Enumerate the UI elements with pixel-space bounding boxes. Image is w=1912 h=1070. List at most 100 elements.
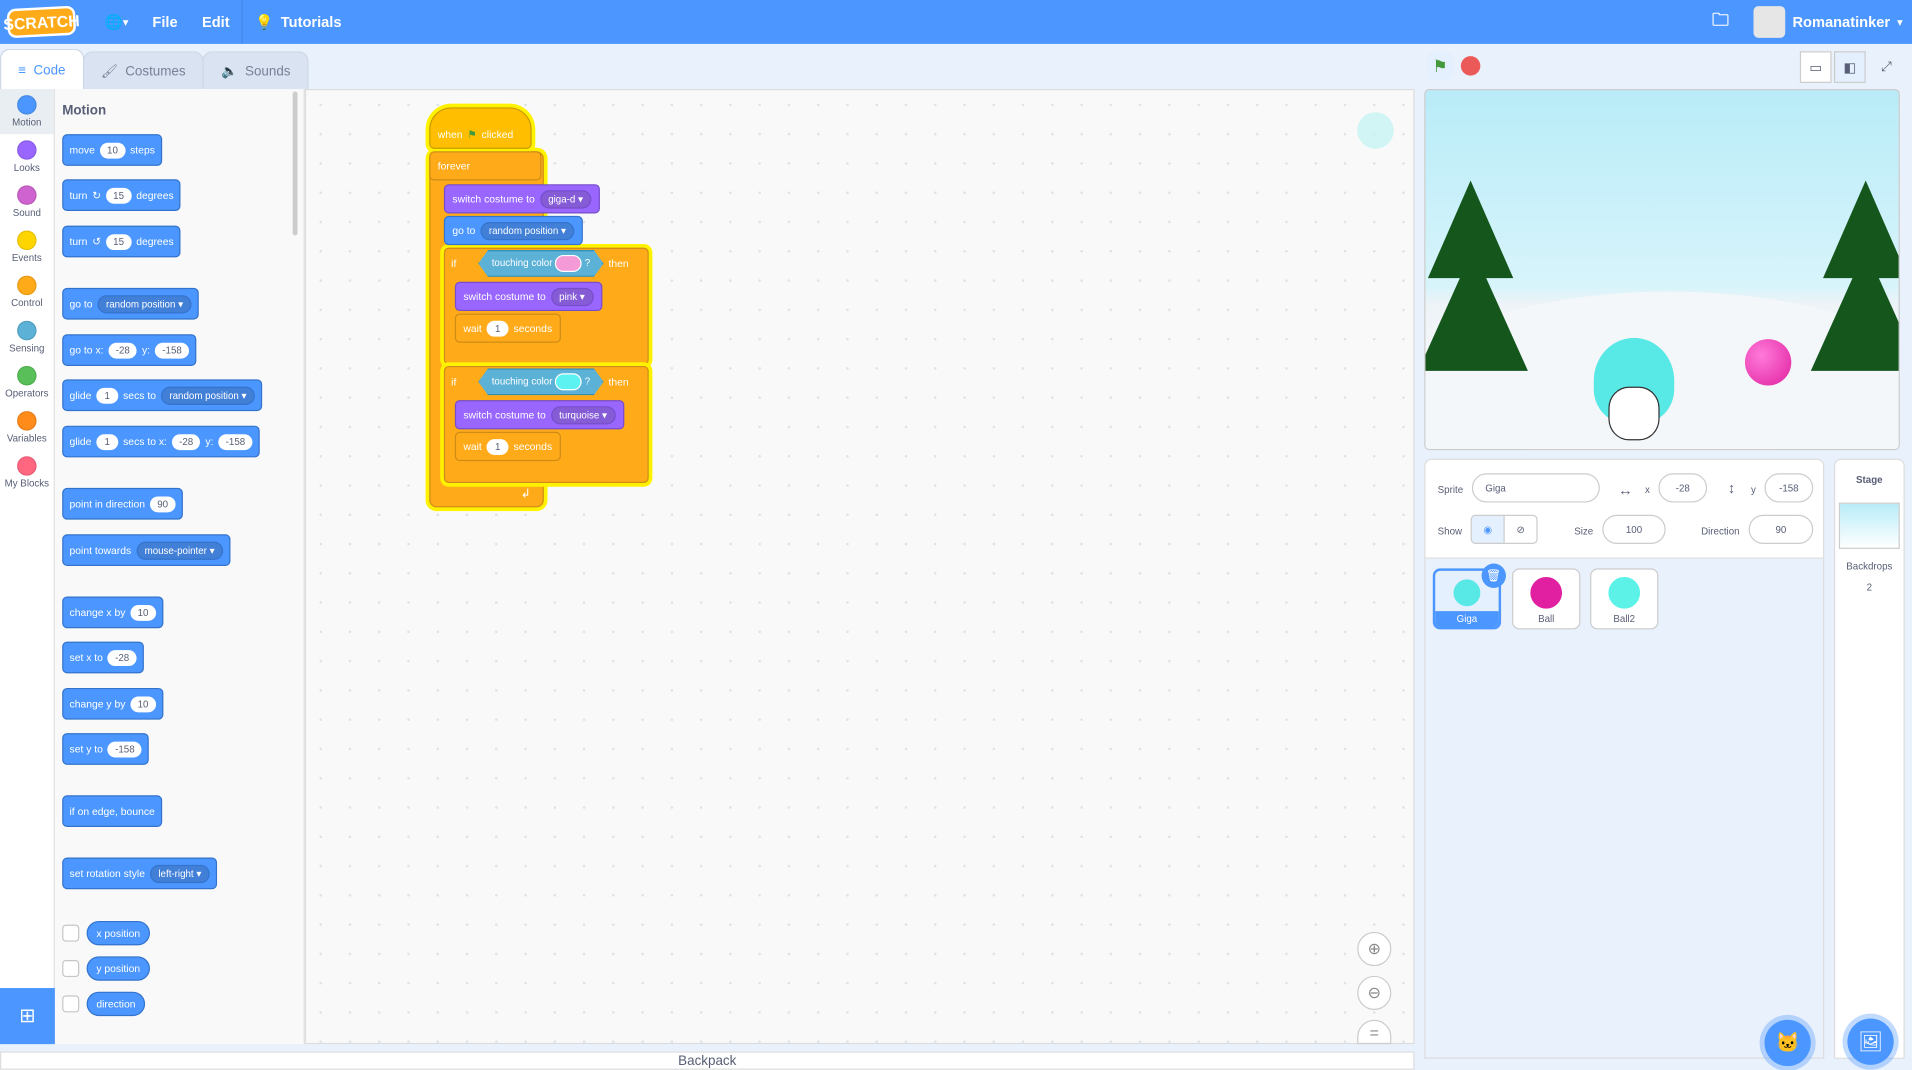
hide-button[interactable]: ⊘ <box>1503 514 1538 545</box>
go-to-block[interactable]: go to random position <box>62 287 199 320</box>
block-dropdown[interactable]: pink <box>550 287 594 306</box>
block-dropdown[interactable]: giga-d <box>539 189 592 208</box>
block-input[interactable]: 1 <box>96 387 119 404</box>
y-input[interactable]: -158 <box>1764 473 1814 503</box>
change-y-block[interactable]: change y by 10 <box>62 687 164 720</box>
category-operators[interactable]: Operators <box>0 360 54 405</box>
username[interactable]: Romanatinker <box>1792 13 1890 30</box>
block-input[interactable]: -158 <box>218 433 253 450</box>
switch-costume-block[interactable]: switch costume to giga-d <box>443 184 601 214</box>
point-towards-block[interactable]: point towards mouse-pointer <box>62 534 231 566</box>
zoom-out-button[interactable]: ⊖ <box>1357 975 1392 1010</box>
category-my-blocks[interactable]: My Blocks <box>0 450 54 495</box>
wait-block[interactable]: wait 1 seconds <box>454 431 561 462</box>
rotation-style-block[interactable]: set rotation style left-right <box>62 857 218 890</box>
sprite-tile-ball2[interactable]: Ball2 <box>1590 568 1659 630</box>
x-input[interactable]: -28 <box>1658 473 1708 503</box>
category-sensing[interactable]: Sensing <box>0 315 54 360</box>
turn-left-block[interactable]: turn ↺ 15 degrees <box>62 225 181 258</box>
direction-reporter[interactable]: direction <box>86 991 146 1017</box>
block-input[interactable]: 15 <box>105 187 132 204</box>
block-input[interactable]: -158 <box>107 741 142 757</box>
chevron-down-icon[interactable]: ▾ <box>1897 16 1902 27</box>
block-input[interactable]: 1 <box>96 433 119 450</box>
color-swatch[interactable] <box>555 255 582 272</box>
if-touching-header-1[interactable]: if touching color ? then <box>444 249 649 278</box>
block-input[interactable]: 1 <box>486 320 509 337</box>
category-control[interactable]: Control <box>0 270 54 315</box>
block-dropdown[interactable]: mouse-pointer <box>136 540 224 560</box>
x-position-reporter[interactable]: x position <box>86 920 150 946</box>
language-menu[interactable]: 🌐 ▾ <box>93 0 141 44</box>
fullscreen-button[interactable]: ⤢ <box>1871 51 1903 83</box>
block-input[interactable]: -158 <box>154 342 190 359</box>
zoom-in-button[interactable]: ⊕ <box>1357 931 1392 967</box>
category-motion[interactable]: Motion <box>0 89 54 135</box>
set-x-block[interactable]: set x to -28 <box>62 641 144 674</box>
delete-sprite-button[interactable]: 🗑 <box>1481 563 1506 588</box>
color-swatch[interactable] <box>555 373 582 390</box>
size-input[interactable]: 100 <box>1602 514 1666 545</box>
switch-costume-block[interactable]: switch costume to pink <box>454 281 602 312</box>
touching-color-block[interactable]: touching color ? <box>478 250 603 277</box>
large-stage-button[interactable]: ◧ <box>1833 51 1866 83</box>
y-position-checkbox[interactable] <box>62 959 80 978</box>
small-stage-button[interactable]: ▭ <box>1799 51 1832 83</box>
edit-menu[interactable]: Edit <box>190 0 242 44</box>
avatar[interactable] <box>1753 6 1786 38</box>
block-dropdown[interactable]: random position <box>97 294 192 313</box>
block-input[interactable]: -28 <box>108 342 138 359</box>
add-sprite-button[interactable]: 🐱 <box>1764 1019 1811 1067</box>
go-to-xy-block[interactable]: go to x: -28 y: -158 <box>62 334 197 366</box>
block-input[interactable]: 90 <box>149 495 176 512</box>
set-y-block[interactable]: set y to -158 <box>62 733 150 765</box>
stop-button[interactable] <box>1460 56 1481 76</box>
if-touching-header-2[interactable]: if touching color ? then <box>444 367 649 396</box>
glide-xy-block[interactable]: glide 1 secs to x: -28 y: -158 <box>62 425 260 458</box>
glide-to-block[interactable]: glide 1 secs to random position <box>62 379 263 412</box>
green-flag-button[interactable]: ⚑ <box>1426 52 1454 80</box>
point-direction-block[interactable]: point in direction 90 <box>62 487 183 520</box>
go-to-block[interactable]: go to random position <box>443 215 583 246</box>
scratch-logo[interactable]: SCRATCH <box>3 5 80 39</box>
palette-scrollbar[interactable] <box>292 91 298 236</box>
show-button[interactable]: ◉ <box>1470 514 1505 545</box>
stage-canvas[interactable] <box>1424 89 1900 451</box>
direction-checkbox[interactable] <box>62 995 80 1013</box>
category-variables[interactable]: Variables <box>0 405 54 450</box>
block-input[interactable]: 1 <box>486 438 509 455</box>
direction-input[interactable]: 90 <box>1748 514 1814 545</box>
block-dropdown[interactable]: turquoise <box>550 405 616 424</box>
sprite-tile-ball[interactable]: Ball <box>1512 568 1581 630</box>
block-input[interactable]: 10 <box>99 142 126 158</box>
bounce-block[interactable]: if on edge, bounce <box>62 795 163 828</box>
block-dropdown[interactable]: random position <box>160 386 255 405</box>
change-x-block[interactable]: change x by 10 <box>62 596 164 629</box>
add-backdrop-button[interactable]: 🖼 <box>1847 1018 1894 1065</box>
ball-sprite[interactable] <box>1744 339 1792 386</box>
tutorials-button[interactable]: 💡 Tutorials <box>243 0 354 44</box>
switch-costume-block[interactable]: switch costume to turquoise <box>454 400 625 430</box>
turn-right-block[interactable]: turn ↻ 15 degrees <box>62 179 181 212</box>
tab-sounds[interactable]: 🔈 Sounds <box>202 51 309 91</box>
touching-color-block[interactable]: touching color ? <box>478 368 603 395</box>
file-menu[interactable]: File <box>140 0 190 44</box>
backpack[interactable]: Backpack <box>0 1051 1415 1070</box>
block-input[interactable]: -28 <box>171 433 201 450</box>
sprite-tile-giga[interactable]: Giga 🗑 <box>1432 563 1506 630</box>
tab-costumes[interactable]: 🖌 Costumes <box>82 51 204 91</box>
giga-sprite[interactable] <box>1584 328 1684 449</box>
add-extension-button[interactable]: ⊞ <box>0 988 55 1045</box>
block-dropdown[interactable]: random position <box>480 221 575 240</box>
move-steps-block[interactable]: move 10 steps <box>62 134 163 166</box>
category-sound[interactable]: Sound <box>0 179 54 224</box>
block-dropdown[interactable]: left-right <box>149 864 210 883</box>
backdrop-thumbnail[interactable] <box>1838 502 1900 549</box>
category-looks[interactable]: Looks <box>0 134 54 179</box>
stage-selector[interactable]: Stage Backdrops 2 🖼 <box>1833 458 1905 1065</box>
block-input[interactable]: 10 <box>130 695 156 712</box>
when-flag-clicked-block[interactable]: when ⚑ clicked <box>429 107 532 149</box>
forever-block[interactable]: forever <box>429 151 542 181</box>
category-events[interactable]: Events <box>0 224 54 269</box>
block-input[interactable]: 10 <box>130 604 156 621</box>
